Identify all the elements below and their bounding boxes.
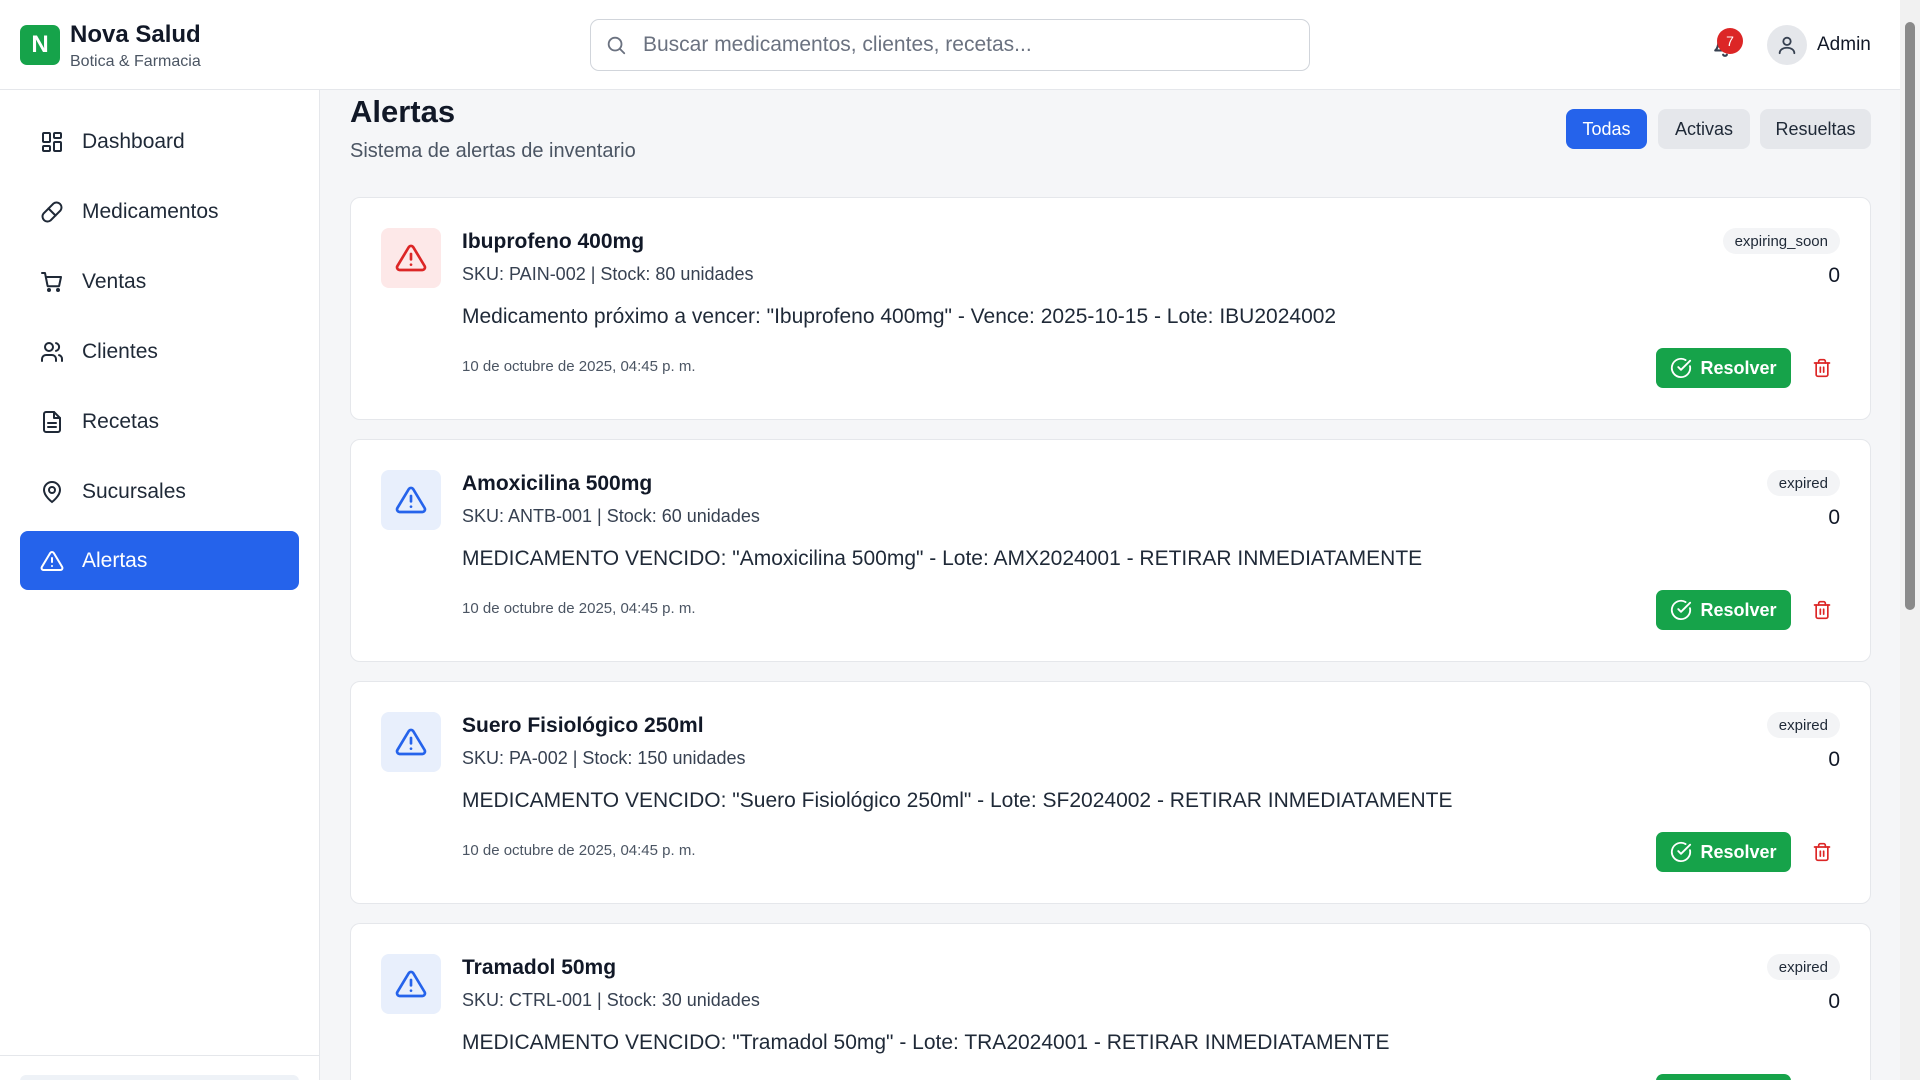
alert-card: Suero Fisiológico 250ml SKU: PA-002 | St… [350,681,1871,904]
sidebar-item-label: Recetas [82,409,160,433]
resolve-button[interactable]: Resolver [1656,590,1791,630]
alert-meta: SKU: PA-002 | Stock: 150 unidades [462,748,746,768]
alert-type-badge: expired [1766,712,1840,738]
resolve-button-label: Resolver [1700,841,1777,862]
alert-triangle-icon [381,470,441,530]
alert-message: MEDICAMENTO VENCIDO: "Tramadol 50mg" - L… [462,1031,1390,1054]
sidebar-divider [0,1055,319,1056]
brand-name: Nova Salud [70,21,201,48]
alert-date: 10 de octubre de 2025, 04:45 p. m. [462,600,696,617]
alert-type-badge: expiring_soon [1722,228,1840,254]
alert-count: 0 [1828,990,1840,1013]
alert-card: Amoxicilina 500mg SKU: ANTB-001 | Stock:… [350,439,1871,662]
alert-date: 10 de octubre de 2025, 04:45 p. m. [462,358,696,375]
sidebar-item-label: Alertas [82,548,148,572]
dashboard-icon [38,128,66,156]
filter-todas-button[interactable]: Todas [1566,109,1647,149]
sidebar-item-medicamentos[interactable]: Medicamentos [20,182,299,241]
sidebar-item-label: Ventas [82,269,147,293]
sidebar-footer [20,1075,299,1080]
map-pin-icon [38,478,66,506]
alert-triangle-icon [38,547,66,575]
filter-activas-button[interactable]: Activas [1658,109,1750,149]
sidebar-item-ventas[interactable]: Ventas [20,252,299,311]
sidebar: Dashboard Medicamentos Ventas Clientes R… [0,90,320,1080]
alert-meta: SKU: CTRL-001 | Stock: 30 unidades [462,990,760,1010]
alert-card: Ibuprofeno 400mg SKU: PAIN-002 | Stock: … [350,197,1871,420]
sidebar-item-label: Clientes [82,339,158,363]
resolve-button[interactable] [1656,1074,1791,1080]
resolve-button[interactable]: Resolver [1656,348,1791,388]
trash-icon[interactable] [1810,840,1834,864]
search-bar[interactable] [590,19,1310,71]
alert-type-badge: expired [1766,954,1840,980]
sidebar-item-sucursales[interactable]: Sucursales [20,462,299,521]
users-icon [38,338,66,366]
check-circle-icon [1670,357,1692,379]
resolve-button-label: Resolver [1700,599,1777,620]
trash-icon[interactable] [1810,356,1834,380]
alert-count: 0 [1828,264,1840,287]
page-scrollbar[interactable] [1900,0,1920,1080]
avatar[interactable] [1767,25,1807,65]
alert-triangle-icon [381,954,441,1014]
alert-title: Ibuprofeno 400mg [462,230,645,253]
top-header: N Nova Salud Botica & Farmacia 7 Admin [0,0,1900,90]
sidebar-item-label: Dashboard [82,129,185,153]
alert-type-badge: expired [1766,470,1840,496]
resolve-button-label: Resolver [1700,357,1777,378]
notification-badge: 7 [1717,28,1743,54]
check-circle-icon [1670,841,1692,863]
alert-message: MEDICAMENTO VENCIDO: "Suero Fisiológico … [462,789,1453,812]
search-icon [605,33,629,57]
alert-triangle-icon [381,228,441,288]
sidebar-item-alertas[interactable]: Alertas [20,531,299,590]
pill-icon [38,198,66,226]
alert-title: Suero Fisiológico 250ml [462,714,704,737]
brand-subtitle: Botica & Farmacia [70,53,201,70]
cart-icon [38,268,66,296]
sidebar-item-label: Sucursales [82,479,186,503]
alert-date: 10 de octubre de 2025, 04:45 p. m. [462,842,696,859]
sidebar-item-recetas[interactable]: Recetas [20,392,299,451]
alert-meta: SKU: PAIN-002 | Stock: 80 unidades [462,264,754,284]
alert-triangle-icon [381,712,441,772]
alert-count: 0 [1828,506,1840,529]
alert-count: 0 [1828,748,1840,771]
alert-message: MEDICAMENTO VENCIDO: "Amoxicilina 500mg"… [462,547,1423,570]
check-circle-icon [1670,599,1692,621]
filter-resueltas-button[interactable]: Resueltas [1760,109,1871,149]
page-title: Alertas [350,94,456,129]
search-input[interactable] [643,33,1283,57]
sidebar-item-clientes[interactable]: Clientes [20,322,299,381]
alert-title: Amoxicilina 500mg [462,472,653,495]
scrollbar-thumb[interactable] [1905,22,1915,610]
alert-title: Tramadol 50mg [462,956,617,979]
sidebar-item-dashboard[interactable]: Dashboard [20,112,299,171]
trash-icon[interactable] [1810,598,1834,622]
page-subtitle: Sistema de alertas de inventario [350,140,636,162]
alert-meta: SKU: ANTB-001 | Stock: 60 unidades [462,506,760,526]
alert-message: Medicamento próximo a vencer: "Ibuprofen… [462,305,1337,328]
sidebar-item-label: Medicamentos [82,199,219,223]
user-name[interactable]: Admin [1817,34,1871,56]
brand-logo[interactable]: N [20,25,60,65]
resolve-button[interactable]: Resolver [1656,832,1791,872]
document-icon [38,408,66,436]
alert-card: Tramadol 50mg SKU: CTRL-001 | Stock: 30 … [350,923,1871,1080]
